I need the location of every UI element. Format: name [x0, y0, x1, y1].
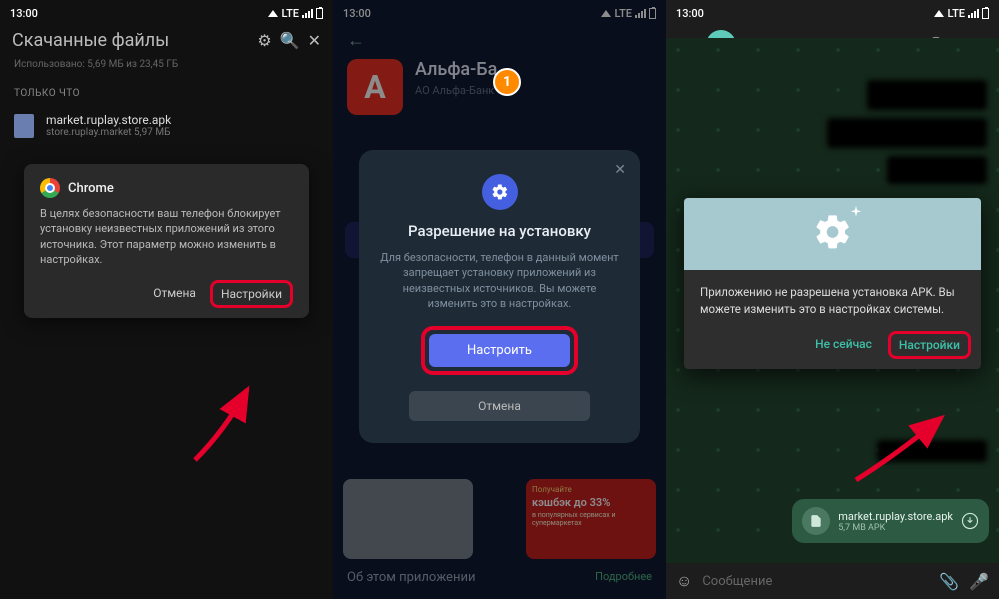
file-name: market.ruplay.store.apk [46, 113, 171, 127]
gear-icon[interactable]: ⚙ [257, 31, 271, 50]
dialog-title: Разрешение на установку [379, 222, 620, 240]
search-icon[interactable]: 🔍 [280, 31, 300, 50]
signal-icon [968, 9, 979, 18]
status-icons: LTE [268, 7, 323, 20]
section-label: ТОЛЬКО ЧТО [0, 80, 333, 107]
close-icon[interactable]: ✕ [308, 31, 321, 50]
blurred-msg [887, 156, 987, 184]
dialog-app: Chrome [68, 181, 114, 196]
cancel-button[interactable]: Отмена [409, 391, 590, 421]
chrome-icon [40, 178, 60, 198]
mic-icon[interactable]: 🎤 [969, 572, 989, 591]
settings-button[interactable]: Настройки [888, 331, 971, 359]
blurred-msg [877, 440, 987, 462]
dialog-text: Для безопасности, телефон в данный момен… [379, 250, 620, 312]
settings-button[interactable]: Настройки [210, 280, 293, 308]
signal-icon [302, 9, 313, 18]
cancel-button[interactable]: Отмена [143, 280, 206, 308]
dialog-illustration [684, 198, 981, 270]
header: Скачанные файлы ⚙ 🔍 ✕ [0, 22, 333, 59]
phone-files: 13:00 LTE Скачанные файлы ⚙ 🔍 ✕ Использо… [0, 0, 333, 599]
wifi-icon [268, 10, 278, 17]
step-badge: 1 [493, 68, 521, 96]
status-time: 13:00 [676, 7, 704, 20]
storage-line: Использовано: 5,69 МБ из 23,45 ГБ [0, 59, 333, 80]
status-time: 13:00 [10, 7, 38, 20]
battery-icon [316, 8, 323, 19]
file-item[interactable]: market.ruplay.store.apk store.ruplay.mar… [0, 107, 333, 152]
download-icon[interactable] [961, 512, 979, 530]
arrow-pointer [185, 380, 275, 474]
blurred-msg [827, 118, 987, 148]
phone-telegram: 13:00 LTE ← Избранное 🔍 ⋮ Приложению не … [666, 0, 999, 599]
lte-label: LTE [281, 7, 299, 20]
message-input[interactable]: Сообщение [702, 574, 929, 589]
phone-store: 13:00 LTE ← 1 A Альфа-Ба… АО Альфа-Банк … [333, 0, 666, 599]
apk-meta: 5,7 МВ APK [838, 523, 953, 533]
battery-icon [982, 8, 989, 19]
highlight-box: Настроить [421, 326, 578, 375]
configure-button[interactable]: Настроить [429, 334, 570, 367]
page-title: Скачанные файлы [12, 30, 249, 51]
wifi-icon [934, 10, 944, 17]
permission-dialog: ✕ Разрешение на установку Для безопаснос… [359, 150, 640, 443]
permission-dialog: Приложению не разрешена установка APK. В… [684, 198, 981, 369]
permission-dialog: Chrome В целях безопасности ваш телефон … [24, 164, 309, 318]
gear-sparkle-icon [813, 212, 853, 256]
file-meta: store.ruplay.market 5,97 МБ [46, 127, 171, 138]
emoji-icon[interactable]: ☺ [676, 571, 692, 591]
status-bar: 13:00 LTE [666, 0, 999, 22]
lte-label: LTE [947, 7, 965, 20]
file-icon [14, 114, 34, 138]
dialog-text: В целях безопасности ваш телефон блокиру… [40, 206, 293, 268]
message-input-bar: ☺ Сообщение 📎 🎤 [666, 563, 999, 599]
status-icons: LTE [934, 7, 989, 20]
file-icon [802, 507, 830, 535]
attach-icon[interactable]: 📎 [939, 572, 959, 591]
dialog-text: Приложению не разрешена установка APK. В… [684, 270, 981, 327]
close-icon[interactable]: ✕ [614, 162, 626, 178]
later-button[interactable]: Не сейчас [805, 331, 882, 359]
apk-name: market.ruplay.store.apk [838, 510, 953, 523]
blurred-msg [867, 80, 987, 110]
status-bar: 13:00 LTE [0, 0, 333, 22]
gear-icon [482, 174, 518, 210]
apk-message[interactable]: market.ruplay.store.apk 5,7 МВ APK [792, 499, 989, 543]
